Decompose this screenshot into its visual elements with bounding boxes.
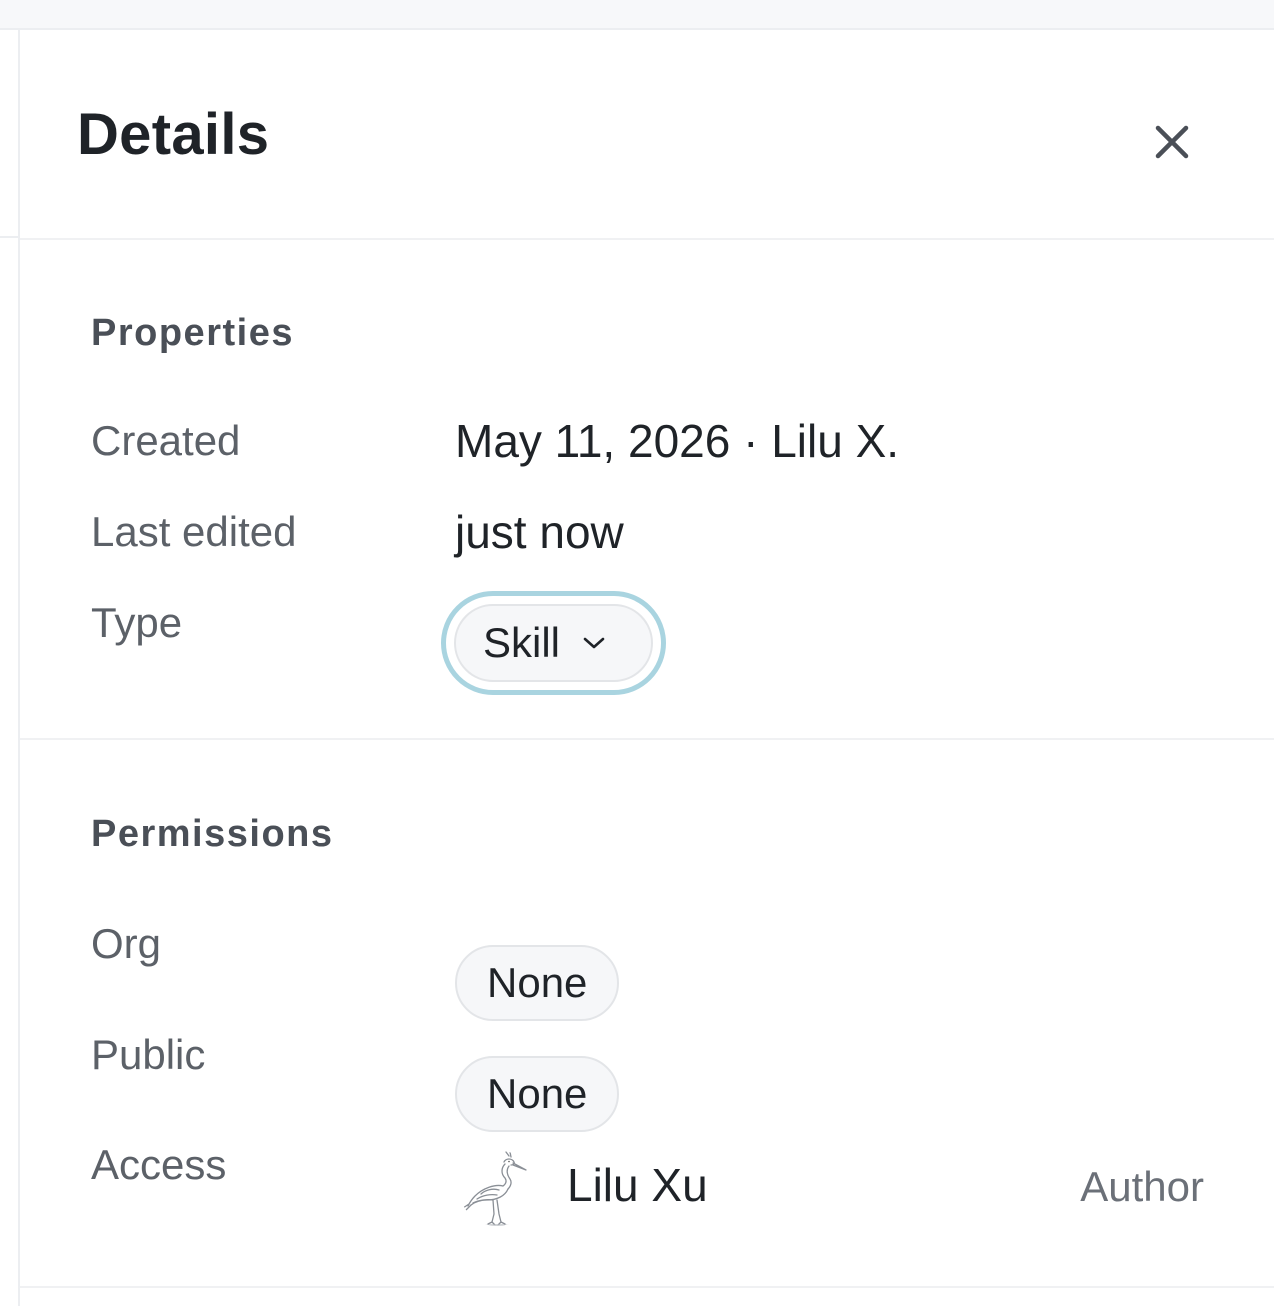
close-button[interactable] (1144, 114, 1200, 170)
access-user-name: Lilu Xu (567, 1159, 708, 1211)
permissions-heading: Permissions (91, 813, 334, 855)
access-label: Access (91, 1141, 227, 1188)
main-content-edge (0, 30, 20, 1306)
properties-heading: Properties (91, 312, 294, 354)
properties-section: Properties Created May 11, 2026 · Lilu X… (20, 240, 1274, 740)
created-value: May 11, 2026 · Lilu X. (455, 415, 900, 467)
chevron-down-icon (582, 635, 606, 651)
divider (0, 236, 18, 238)
heron-avatar-icon (459, 1150, 535, 1226)
panel-title: Details (77, 102, 270, 167)
access-user-role: Author (1080, 1163, 1204, 1210)
permissions-section: Permissions Org None Public None Access (20, 740, 1274, 1288)
last-edited-value: just now (455, 506, 624, 558)
org-label: Org (91, 920, 162, 967)
type-select-focus-ring: Skill (441, 591, 666, 695)
panel-header: Details (20, 30, 1274, 240)
top-bar (0, 0, 1274, 30)
type-select-value: Skill (483, 619, 561, 666)
last-edited-label: Last edited (91, 508, 297, 555)
org-permission-pill[interactable]: None (455, 945, 620, 1021)
details-panel: Details Properties Created May 11, 2026 … (20, 30, 1274, 1306)
public-label: Public (91, 1031, 206, 1078)
type-select[interactable]: Skill (454, 604, 653, 682)
org-permission-value: None (487, 959, 588, 1006)
type-label: Type (91, 599, 183, 646)
public-permission-value: None (487, 1070, 588, 1117)
close-icon (1155, 125, 1189, 159)
public-permission-pill[interactable]: None (455, 1056, 620, 1132)
created-label: Created (91, 417, 241, 464)
